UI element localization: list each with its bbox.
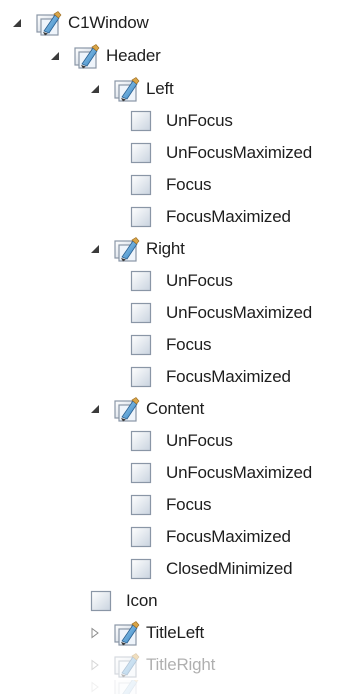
tree-leaf-content-focus[interactable]: Focus bbox=[130, 490, 211, 520]
tree-node-titleleft[interactable]: TitleLeft bbox=[88, 618, 204, 648]
tree-leaf-label: Focus bbox=[166, 495, 212, 514]
brush-style-icon bbox=[112, 680, 140, 694]
collapsed-arrow-icon[interactable] bbox=[88, 626, 102, 640]
tree-leaf-icon[interactable]: Icon bbox=[90, 586, 158, 616]
tree-leaf-label: ClosedMinimized bbox=[166, 559, 293, 578]
collapsed-arrow-icon[interactable] bbox=[88, 658, 102, 672]
state-square-icon bbox=[130, 142, 152, 164]
tree-node-label: TitleRight bbox=[146, 655, 216, 674]
expanded-arrow-icon[interactable] bbox=[88, 402, 102, 416]
state-square-icon bbox=[90, 590, 112, 612]
tree-leaf-label: FocusMaximized bbox=[166, 527, 291, 546]
tree-node-label: TitleLeft bbox=[146, 623, 205, 642]
tree-leaf-label: Focus bbox=[166, 175, 212, 194]
state-square-icon bbox=[130, 366, 152, 388]
tree-node-label: Header bbox=[106, 46, 161, 65]
tree-leaf-label: FocusMaximized bbox=[166, 367, 291, 386]
brush-style-icon bbox=[72, 42, 100, 70]
collapsed-arrow-icon bbox=[88, 680, 102, 694]
tree-leaf-label: UnFocusMaximized bbox=[166, 303, 313, 322]
state-square-icon bbox=[130, 494, 152, 516]
state-square-icon bbox=[130, 206, 152, 228]
state-square-icon bbox=[130, 558, 152, 580]
expanded-arrow-icon[interactable] bbox=[88, 82, 102, 96]
brush-style-icon bbox=[112, 651, 140, 679]
tree-node-c1window[interactable]: C1Window bbox=[10, 8, 149, 38]
tree-node-label: Left bbox=[146, 79, 174, 98]
tree-leaf-left-unfocusmaximized[interactable]: UnFocusMaximized bbox=[130, 138, 312, 168]
brush-style-icon bbox=[112, 235, 140, 263]
tree-leaf-label: UnFocusMaximized bbox=[166, 143, 313, 162]
state-square-icon bbox=[130, 302, 152, 324]
tree-leaf-content-focusmaximized[interactable]: FocusMaximized bbox=[130, 522, 291, 552]
tree-leaf-left-focus[interactable]: Focus bbox=[130, 170, 211, 200]
state-square-icon bbox=[130, 430, 152, 452]
state-square-icon bbox=[130, 110, 152, 132]
expanded-arrow-icon[interactable] bbox=[48, 49, 62, 63]
brush-style-icon bbox=[112, 619, 140, 647]
tree-leaf-label: UnFocus bbox=[166, 271, 233, 290]
tree-leaf-right-focusmaximized[interactable]: FocusMaximized bbox=[130, 362, 291, 392]
tree-node-titleright[interactable]: TitleRight bbox=[88, 650, 215, 680]
tree-node-label: C1Window bbox=[68, 13, 149, 32]
state-square-icon bbox=[130, 174, 152, 196]
tree-node-header[interactable]: Header bbox=[48, 41, 161, 71]
expanded-arrow-icon[interactable] bbox=[10, 16, 24, 30]
tree-node-right[interactable]: Right bbox=[88, 234, 185, 264]
tree-leaf-left-focusmaximized[interactable]: FocusMaximized bbox=[130, 202, 291, 232]
tree-leaf-content-unfocusmaximized[interactable]: UnFocusMaximized bbox=[130, 458, 312, 488]
tree-node-label: Right bbox=[146, 239, 185, 258]
tree-leaf-label: UnFocus bbox=[166, 431, 233, 450]
state-square-icon bbox=[130, 334, 152, 356]
tree-node-content[interactable]: Content bbox=[88, 394, 204, 424]
tree-leaf-content-closedminimized[interactable]: ClosedMinimized bbox=[130, 554, 293, 584]
expanded-arrow-icon[interactable] bbox=[88, 242, 102, 256]
brush-style-icon bbox=[34, 9, 62, 37]
tree-leaf-right-unfocus[interactable]: UnFocus bbox=[130, 266, 233, 296]
tree-node-left[interactable]: Left bbox=[88, 74, 174, 104]
tree-node-label: Content bbox=[146, 399, 205, 418]
brush-style-icon bbox=[112, 75, 140, 103]
tree-leaf-label: UnFocus bbox=[166, 111, 233, 130]
brush-style-icon bbox=[112, 395, 140, 423]
tree-node-cutoff bbox=[88, 680, 146, 694]
tree-leaf-label: FocusMaximized bbox=[166, 207, 291, 226]
tree-leaf-right-focus[interactable]: Focus bbox=[130, 330, 211, 360]
tree-leaf-label: Icon bbox=[126, 591, 158, 610]
tree-leaf-label: Focus bbox=[166, 335, 212, 354]
state-square-icon bbox=[130, 526, 152, 548]
tree-leaf-left-unfocus[interactable]: UnFocus bbox=[130, 106, 233, 136]
tree-leaf-content-unfocus[interactable]: UnFocus bbox=[130, 426, 233, 456]
state-square-icon bbox=[130, 270, 152, 292]
tree-leaf-label: UnFocusMaximized bbox=[166, 463, 313, 482]
tree-leaf-right-unfocusmaximized[interactable]: UnFocusMaximized bbox=[130, 298, 312, 328]
state-square-icon bbox=[130, 462, 152, 484]
